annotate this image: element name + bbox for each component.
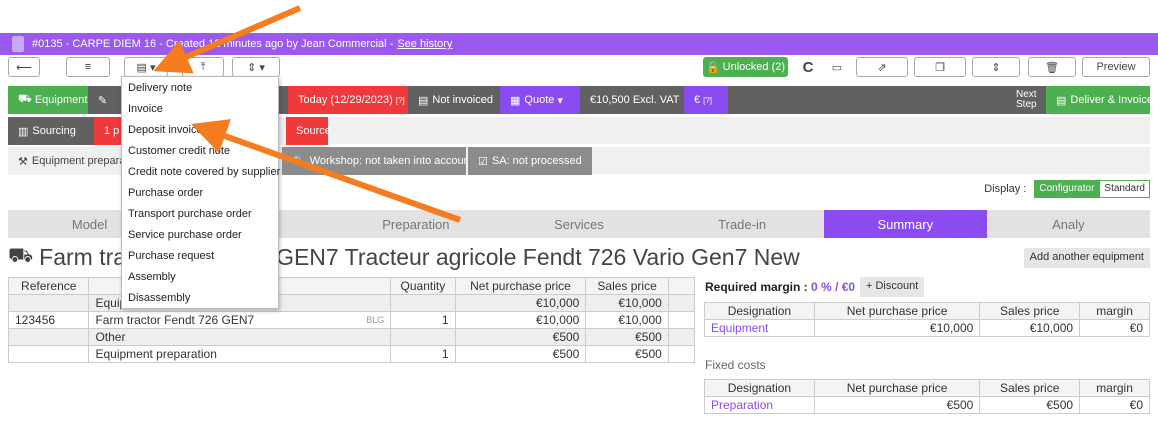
annotation-arrows [153,5,462,223]
arrow-to-documents-button [153,5,302,74]
arrow-to-deposit-invoice [191,119,462,223]
